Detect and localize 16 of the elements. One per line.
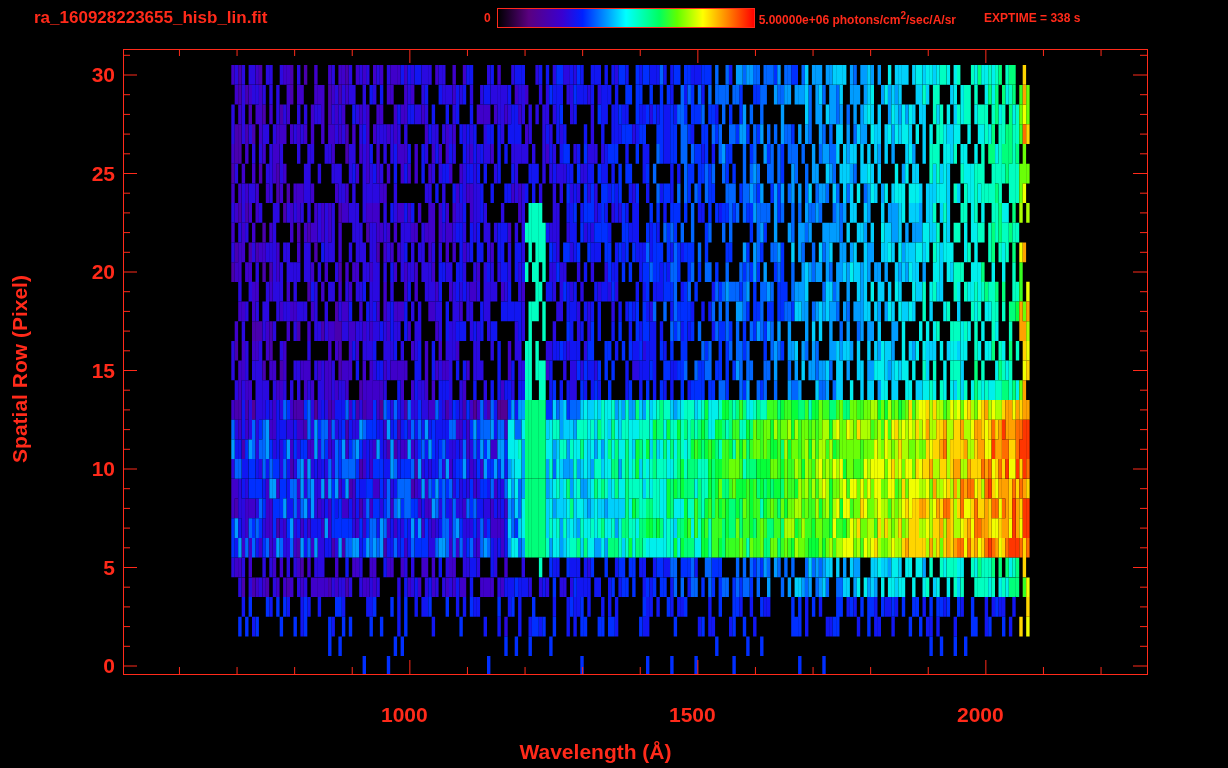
x-axis-label: Wavelength (Å) bbox=[519, 740, 672, 764]
y-tick-label: 10 bbox=[91, 458, 115, 480]
y-tick-label: 25 bbox=[91, 162, 115, 185]
y-tick-label: 0 bbox=[103, 655, 115, 677]
y-tick-label: 15 bbox=[91, 359, 115, 382]
y-tick-label: 5 bbox=[103, 556, 115, 579]
y-axis-label: Spatial Row (Pixel) bbox=[8, 274, 32, 463]
y-tick-label: 20 bbox=[91, 261, 115, 283]
x-tick-label: 2000 bbox=[957, 704, 1004, 726]
y-tick-label: 30 bbox=[91, 64, 115, 86]
colorbar-max-label: 5.00000e+06 photons/cm$^{2}$/sec/A/sr bbox=[758, 9, 957, 27]
x-tick-label: 1000 bbox=[381, 704, 428, 726]
exposure-time: EXPTIME = 338 s bbox=[984, 11, 1081, 25]
x-tick-label: 1500 bbox=[669, 704, 716, 726]
file-title: ra_160928223655_hisb_lin.fit bbox=[34, 8, 269, 28]
colorbar-min-label: 0 bbox=[484, 11, 491, 25]
